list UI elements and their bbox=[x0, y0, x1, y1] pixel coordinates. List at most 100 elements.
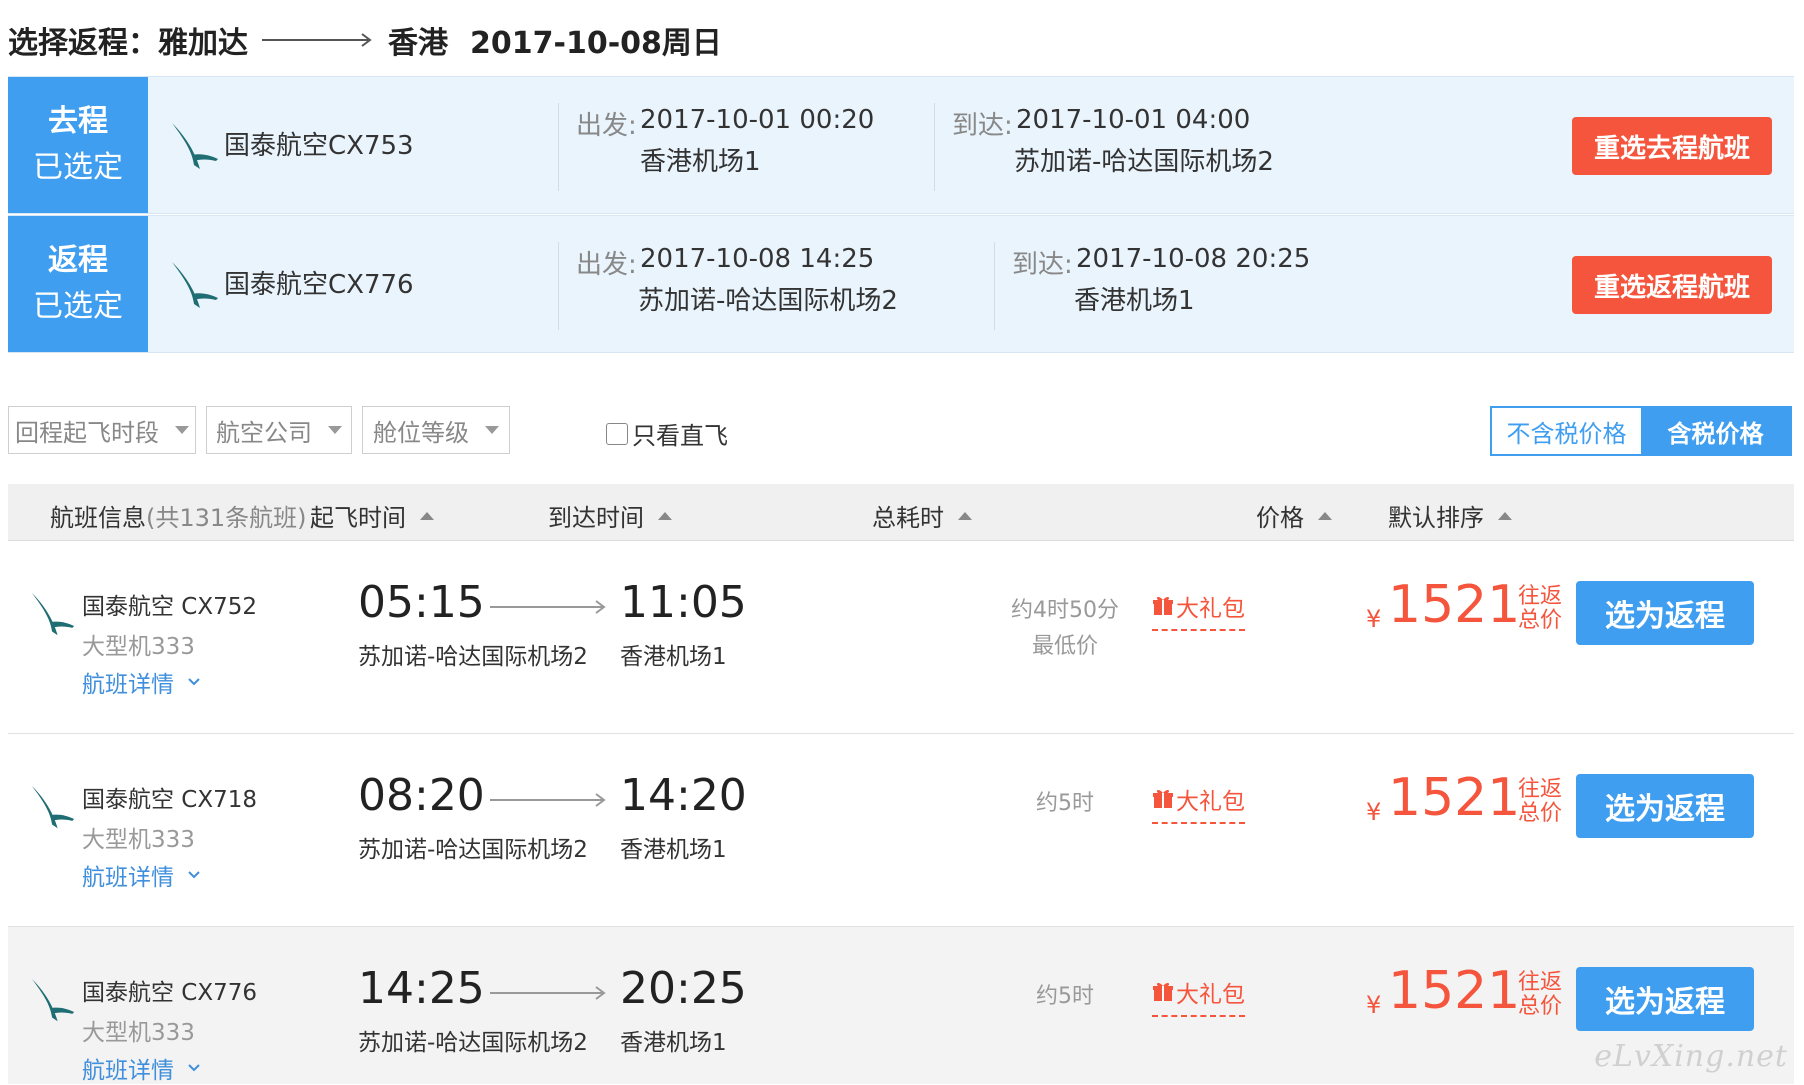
watermark: eLvXing.net bbox=[1594, 1039, 1788, 1074]
price-note-line2: 总价 bbox=[1518, 608, 1563, 633]
arr-time: 11:05 bbox=[620, 577, 747, 628]
dep-time: 14:25 bbox=[358, 963, 485, 1014]
outbound-arr-airport: 苏加诺-哈达国际机场2 bbox=[1014, 147, 1274, 177]
flight-count: (共131条航班) bbox=[146, 504, 307, 532]
flight-row: 国泰航空 CX776 大型机333 航班详情 14:25 20:25 苏加诺-哈… bbox=[8, 927, 1794, 1084]
outbound-arr-time: 2017-10-01 04:00 bbox=[1016, 105, 1251, 135]
price-note-line1: 往返 bbox=[1518, 584, 1563, 609]
cathay-logo-icon bbox=[31, 978, 75, 1022]
duration-value: 约4时50分 bbox=[1011, 598, 1119, 623]
return-selected-card: 返程 已选定 国泰航空CX776 出发: 2017-10-08 14:25 苏加… bbox=[8, 215, 1794, 353]
gift-icon bbox=[1153, 789, 1173, 808]
price-toggle: 不含税价格 含税价格 bbox=[1490, 406, 1792, 456]
chevron-down-icon bbox=[188, 1064, 200, 1072]
include-tax-option[interactable]: 含税价格 bbox=[1641, 408, 1790, 454]
price: 1521 bbox=[1388, 575, 1521, 635]
caret-down-icon bbox=[175, 426, 189, 434]
caret-down-icon bbox=[328, 426, 342, 434]
sort-dep-time-label: 起飞时间 bbox=[310, 504, 406, 532]
gift-icon bbox=[1153, 596, 1173, 615]
filter-departure-time[interactable]: 回程起飞时段 bbox=[8, 406, 196, 454]
direct-only-checkbox[interactable]: 只看直飞 bbox=[606, 416, 728, 451]
price-note-line2: 总价 bbox=[1518, 994, 1563, 1019]
return-dep-airport: 苏加诺-哈达国际机场2 bbox=[638, 286, 898, 316]
filter-departure-time-label: 回程起飞时段 bbox=[15, 418, 159, 447]
route-arrow-icon bbox=[490, 793, 606, 807]
arr-time: 14:20 bbox=[620, 770, 747, 821]
sort-price[interactable]: 价格 bbox=[1256, 498, 1332, 533]
filter-airline[interactable]: 航空公司 bbox=[206, 406, 352, 454]
outbound-dep-time: 2017-10-01 00:20 bbox=[640, 105, 875, 135]
airline-flight: 国泰航空 CX776 bbox=[82, 980, 258, 1006]
sort-duration-label: 总耗时 bbox=[872, 504, 944, 532]
sort-up-icon bbox=[958, 511, 972, 520]
return-dep-label: 出发: bbox=[576, 250, 637, 280]
select-return-button[interactable]: 选为返程 bbox=[1576, 774, 1754, 838]
gift-package[interactable]: 大礼包 bbox=[1152, 782, 1245, 824]
dep-time: 05:15 bbox=[358, 577, 485, 628]
route-arrow-icon bbox=[262, 33, 372, 47]
flight-details-link[interactable]: 航班详情 bbox=[82, 858, 200, 892]
filter-airline-label: 航空公司 bbox=[216, 418, 312, 447]
price: 1521 bbox=[1388, 961, 1521, 1021]
sort-price-label: 价格 bbox=[1256, 504, 1304, 532]
plane-type: 大型机333 bbox=[82, 634, 195, 660]
outbound-selected-card: 去程 已选定 国泰航空CX753 出发: 2017-10-01 00:20 香港… bbox=[8, 76, 1794, 214]
flight-row: 国泰航空 CX752 大型机333 航班详情 05:15 11:05 苏加诺-哈… bbox=[8, 541, 1794, 734]
dep-airport: 苏加诺-哈达国际机场2 bbox=[358, 644, 588, 670]
exclude-tax-option[interactable]: 不含税价格 bbox=[1492, 408, 1641, 454]
sort-up-icon bbox=[420, 511, 434, 520]
outbound-dep-label: 出发: bbox=[576, 111, 637, 141]
arr-airport: 香港机场1 bbox=[620, 644, 727, 670]
plane-type: 大型机333 bbox=[82, 827, 195, 853]
return-arr-time: 2017-10-08 20:25 bbox=[1076, 244, 1311, 274]
sort-up-icon bbox=[1318, 511, 1332, 520]
divider bbox=[934, 103, 935, 191]
gift-package[interactable]: 大礼包 bbox=[1152, 975, 1245, 1017]
origin-city: 雅加达 bbox=[158, 26, 248, 61]
divider bbox=[558, 242, 559, 330]
plane-type: 大型机333 bbox=[82, 1020, 195, 1046]
select-return-button[interactable]: 选为返程 bbox=[1576, 967, 1754, 1031]
airline-flight: 国泰航空 CX718 bbox=[82, 787, 258, 813]
travel-date: 2017-10-08周日 bbox=[470, 26, 722, 61]
sort-duration[interactable]: 总耗时 bbox=[872, 498, 972, 533]
outbound-dep-airport: 香港机场1 bbox=[640, 147, 761, 177]
gift-icon bbox=[1153, 982, 1173, 1001]
flight-details-label: 航班详情 bbox=[82, 1058, 174, 1084]
filter-cabin[interactable]: 舱位等级 bbox=[362, 406, 510, 454]
select-return-button[interactable]: 选为返程 bbox=[1576, 581, 1754, 645]
duration-value: 约5时 bbox=[1036, 791, 1094, 816]
price-note-line1: 往返 bbox=[1518, 970, 1563, 995]
reselect-return-button[interactable]: 重选返程航班 bbox=[1572, 256, 1772, 314]
sort-dep-time[interactable]: 起飞时间 bbox=[310, 498, 434, 533]
sort-arr-time[interactable]: 到达时间 bbox=[548, 498, 672, 533]
price-note: 往返 总价 bbox=[1518, 971, 1562, 1019]
duration: 约5时 bbox=[1000, 979, 1130, 1015]
arr-time: 20:25 bbox=[620, 963, 747, 1014]
dep-time: 08:20 bbox=[358, 770, 485, 821]
divider bbox=[558, 103, 559, 191]
sort-up-icon bbox=[1498, 511, 1512, 520]
flight-details-link[interactable]: 航班详情 bbox=[82, 1051, 200, 1085]
price: 1521 bbox=[1388, 768, 1521, 828]
sort-default[interactable]: 默认排序 bbox=[1388, 498, 1512, 533]
airline-flight: 国泰航空 CX752 bbox=[82, 594, 258, 620]
cathay-logo-icon bbox=[31, 592, 75, 636]
return-arr-airport: 香港机场1 bbox=[1074, 286, 1195, 316]
outbound-flight: 国泰航空CX753 bbox=[224, 131, 414, 161]
sort-up-icon bbox=[658, 511, 672, 520]
divider bbox=[994, 242, 995, 330]
return-badge: 返程 已选定 bbox=[8, 216, 148, 352]
flight-details-label: 航班详情 bbox=[82, 865, 174, 891]
duration-value: 约5时 bbox=[1036, 984, 1094, 1009]
direct-only-label: 只看直飞 bbox=[632, 422, 728, 450]
flight-details-link[interactable]: 航班详情 bbox=[82, 665, 200, 699]
gift-package[interactable]: 大礼包 bbox=[1152, 589, 1245, 631]
chevron-down-icon bbox=[188, 871, 200, 879]
dep-airport: 苏加诺-哈达国际机场2 bbox=[358, 1030, 588, 1056]
checkbox-icon[interactable] bbox=[606, 422, 628, 445]
reselect-outbound-button[interactable]: 重选去程航班 bbox=[1572, 117, 1772, 175]
page-title: 选择返程： 雅加达 香港 2017-10-08周日 bbox=[8, 18, 722, 62]
price-note: 往返 总价 bbox=[1518, 778, 1562, 826]
